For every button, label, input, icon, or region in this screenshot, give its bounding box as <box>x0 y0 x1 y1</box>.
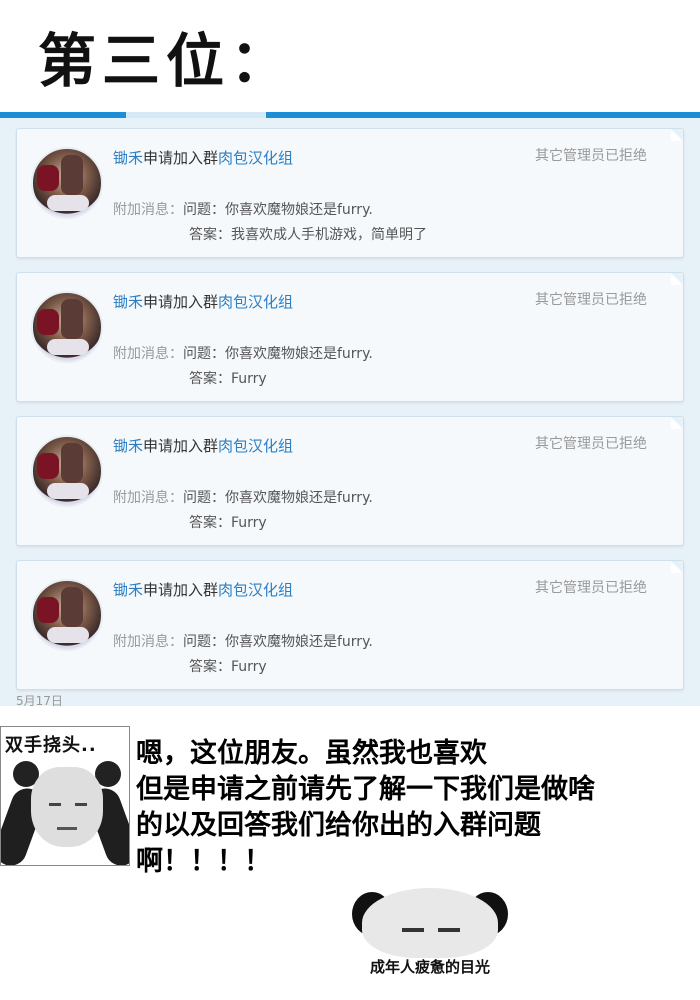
join-request-card[interactable]: 锄禾申请加入群肉包汉化组 其它管理员已拒绝 附加消息：问题：你喜欢魔物娘还是fu… <box>16 272 684 402</box>
panda-eye <box>49 803 61 806</box>
notification-panel: 锄禾申请加入群肉包汉化组 其它管理员已拒绝 附加消息：问题：你喜欢魔物娘还是fu… <box>0 118 700 706</box>
header: 第三位： <box>0 0 700 112</box>
action-text: 申请加入群 <box>143 149 219 167</box>
action-text: 申请加入群 <box>143 581 219 599</box>
msg-label: 附加消息： <box>113 490 183 506</box>
avatar-figure <box>47 339 89 355</box>
panda-face <box>362 888 498 958</box>
join-request-card[interactable]: 锄禾申请加入群肉包汉化组 其它管理员已拒绝 附加消息：问题：你喜欢魔物娘还是fu… <box>16 560 684 690</box>
fold-corner <box>671 273 683 285</box>
avatar[interactable] <box>31 147 103 219</box>
msg-label: 附加消息： <box>113 634 183 650</box>
question-text: 问题：你喜欢魔物娘还是furry. <box>183 490 373 506</box>
page-title: 第三位： <box>38 27 295 95</box>
avatar[interactable] <box>31 579 103 651</box>
speech-text: 嗯，这位朋友。虽然我也喜欢 但是申请之前请先了解一下我们是做啥 的以及回答我们给… <box>136 736 696 880</box>
question-line: 附加消息：问题：你喜欢魔物娘还是furry. <box>113 631 373 651</box>
tired-panda-meme-image: 成年人疲惫的目光 <box>350 888 510 984</box>
user-link[interactable]: 锄禾 <box>113 437 143 455</box>
avatar[interactable] <box>31 435 103 507</box>
avatar-figure <box>37 453 59 479</box>
status-text: 其它管理员已拒绝 <box>535 436 647 452</box>
group-link[interactable]: 肉包汉化组 <box>218 293 293 311</box>
status-text: 其它管理员已拒绝 <box>535 292 647 308</box>
question-line: 附加消息：问题：你喜欢魔物娘还是furry. <box>113 343 373 363</box>
panda-eye <box>438 928 460 932</box>
user-link[interactable]: 锄禾 <box>113 149 143 167</box>
avatar-figure <box>61 299 83 339</box>
question-line: 附加消息：问题：你喜欢魔物娘还是furry. <box>113 487 373 507</box>
answer-line: 答案：Furry <box>113 368 267 388</box>
avatar-figure <box>47 483 89 499</box>
question-text: 问题：你喜欢魔物娘还是furry. <box>183 346 373 362</box>
status-text: 其它管理员已拒绝 <box>535 148 647 164</box>
panda-mouth <box>57 827 77 830</box>
date-label: 5月17日 <box>16 694 63 708</box>
panda-face <box>31 767 103 847</box>
msg-label: 附加消息： <box>113 346 183 362</box>
panda-eye <box>75 803 87 806</box>
user-link[interactable]: 锄禾 <box>113 293 143 311</box>
msg-label: 附加消息： <box>113 202 183 218</box>
status-text: 其它管理员已拒绝 <box>535 580 647 596</box>
avatar[interactable] <box>31 291 103 363</box>
speech-line: 啊！！！！ <box>136 846 271 877</box>
answer-text: 答案：我喜欢成人手机游戏，简单明了 <box>189 227 427 243</box>
answer-text: 答案：Furry <box>189 371 267 387</box>
avatar-figure <box>37 309 59 335</box>
question-text: 问题：你喜欢魔物娘还是furry. <box>183 202 373 218</box>
action-text: 申请加入群 <box>143 293 219 311</box>
action-text: 申请加入群 <box>143 437 219 455</box>
avatar-figure <box>37 597 59 623</box>
avatar-figure <box>61 443 83 483</box>
join-request-card[interactable]: 锄禾申请加入群肉包汉化组 其它管理员已拒绝 附加消息：问题：你喜欢魔物娘还是fu… <box>16 128 684 258</box>
question-line: 附加消息：问题：你喜欢魔物娘还是furry. <box>113 199 373 219</box>
answer-text: 答案：Furry <box>189 515 267 531</box>
speech-line: 但是申请之前请先了解一下我们是做啥 <box>136 774 595 805</box>
avatar-figure <box>61 587 83 627</box>
request-line: 锄禾申请加入群肉包汉化组 <box>113 579 293 600</box>
speech-line: 的以及回答我们给你出的入群问题 <box>136 810 541 841</box>
meme-caption: 成年人疲惫的目光 <box>369 958 490 976</box>
group-link[interactable]: 肉包汉化组 <box>218 581 293 599</box>
meme-caption: 双手挠头.. <box>5 735 97 756</box>
answer-line: 答案：Furry <box>113 656 267 676</box>
fold-corner <box>671 561 683 573</box>
avatar-figure <box>47 627 89 643</box>
question-text: 问题：你喜欢魔物娘还是furry. <box>183 634 373 650</box>
answer-line: 答案：我喜欢成人手机游戏，简单明了 <box>113 224 427 244</box>
panda-meme-image: 双手挠头.. <box>0 726 130 866</box>
fold-corner <box>671 129 683 141</box>
answer-line: 答案：Furry <box>113 512 267 532</box>
avatar-figure <box>47 195 89 211</box>
avatar-figure <box>61 155 83 195</box>
user-link[interactable]: 锄禾 <box>113 581 143 599</box>
answer-text: 答案：Furry <box>189 659 267 675</box>
avatar-figure <box>37 165 59 191</box>
group-link[interactable]: 肉包汉化组 <box>218 437 293 455</box>
speech-line: 嗯，这位朋友。虽然我也喜欢 <box>136 738 487 769</box>
request-line: 锄禾申请加入群肉包汉化组 <box>113 147 293 168</box>
join-request-card[interactable]: 锄禾申请加入群肉包汉化组 其它管理员已拒绝 附加消息：问题：你喜欢魔物娘还是fu… <box>16 416 684 546</box>
panda-eye <box>402 928 424 932</box>
request-line: 锄禾申请加入群肉包汉化组 <box>113 291 293 312</box>
fold-corner <box>671 417 683 429</box>
request-line: 锄禾申请加入群肉包汉化组 <box>113 435 293 456</box>
group-link[interactable]: 肉包汉化组 <box>218 149 293 167</box>
